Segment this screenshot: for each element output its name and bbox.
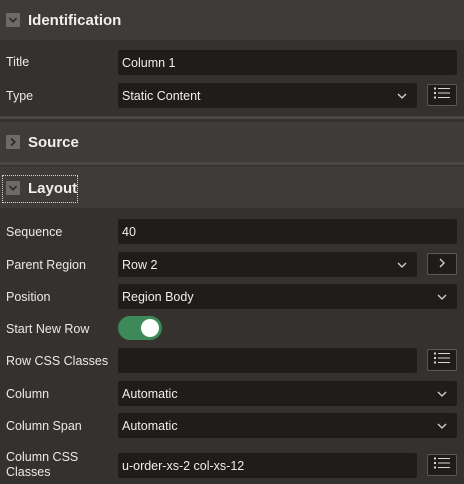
row-css-classes-row: Row CSS Classes xyxy=(0,348,464,373)
column-css-list-button[interactable] xyxy=(427,454,457,476)
chevron-down-icon xyxy=(437,388,447,402)
identification-section-header[interactable]: Identification xyxy=(0,0,464,40)
position-select[interactable]: Region Body xyxy=(118,284,457,309)
position-row: Position Region Body xyxy=(0,284,464,309)
source-section-header[interactable]: Source xyxy=(0,122,464,162)
sequence-input[interactable]: 40 xyxy=(118,219,457,244)
list-icon xyxy=(433,351,451,370)
parent-region-row: Parent Region Row 2 xyxy=(0,252,464,277)
parent-region-value: Row 2 xyxy=(122,257,158,272)
go-to-parent-region-button[interactable] xyxy=(427,253,457,275)
title-label: Title xyxy=(6,55,30,69)
start-new-row-label: Start New Row xyxy=(6,322,90,336)
sequence-row: Sequence 40 xyxy=(0,219,464,244)
type-select[interactable]: Static Content xyxy=(118,83,417,108)
title-value: Column 1 xyxy=(122,55,176,70)
column-label: Column xyxy=(6,387,50,401)
position-label: Position xyxy=(6,290,51,304)
source-title: Source xyxy=(28,134,79,151)
column-value: Automatic xyxy=(122,386,178,401)
type-value: Static Content xyxy=(122,88,201,103)
parent-region-select[interactable]: Row 2 xyxy=(118,252,417,277)
column-css-classes-value: u-order-xs-2 col-xs-12 xyxy=(122,458,245,473)
expand-toggle-icon[interactable] xyxy=(6,135,20,149)
switch-knob xyxy=(141,319,159,337)
section-divider xyxy=(0,116,464,119)
column-css-classes-row: Column CSS Classes u-order-xs-2 col-xs-1… xyxy=(0,450,464,484)
row-css-classes-input[interactable] xyxy=(118,348,417,373)
chevron-down-icon xyxy=(397,90,407,104)
collapse-toggle-icon[interactable] xyxy=(6,181,20,195)
collapse-toggle-icon[interactable] xyxy=(6,13,20,27)
chevron-down-icon xyxy=(397,259,407,273)
section-divider xyxy=(0,162,464,165)
layout-title: Layout xyxy=(28,180,78,197)
type-label: Type xyxy=(6,89,34,103)
parent-region-label: Parent Region xyxy=(6,258,86,272)
sequence-value: 40 xyxy=(122,224,136,239)
chevron-down-icon xyxy=(437,291,447,305)
layout-section-header[interactable]: Layout xyxy=(0,166,464,208)
column-span-value: Automatic xyxy=(122,418,178,433)
column-css-classes-input[interactable]: u-order-xs-2 col-xs-12 xyxy=(118,453,417,478)
column-span-select[interactable]: Automatic xyxy=(118,413,457,438)
start-new-row-switch[interactable] xyxy=(118,316,162,340)
column-span-label: Column Span xyxy=(6,419,82,433)
list-icon xyxy=(433,456,451,475)
list-icon xyxy=(433,86,451,105)
identification-title: Identification xyxy=(28,12,122,29)
type-list-button[interactable] xyxy=(427,84,457,106)
title-row: Title Column 1 xyxy=(0,50,464,75)
row-css-list-button[interactable] xyxy=(427,349,457,371)
start-new-row-row: Start New Row xyxy=(0,316,464,341)
sequence-label: Sequence xyxy=(6,225,63,239)
column-css-classes-label: Column CSS Classes xyxy=(6,450,78,480)
column-span-row: Column Span Automatic xyxy=(0,413,464,438)
chevron-down-icon xyxy=(437,420,447,434)
chevron-right-icon xyxy=(437,255,447,273)
position-value: Region Body xyxy=(122,289,194,304)
row-css-classes-label: Row CSS Classes xyxy=(6,354,109,368)
column-css-label-line2: Classes xyxy=(6,465,51,479)
type-row: Type Static Content xyxy=(0,83,464,108)
column-select[interactable]: Automatic xyxy=(118,381,457,406)
title-input[interactable]: Column 1 xyxy=(118,50,457,75)
column-row: Column Automatic xyxy=(0,381,464,406)
column-css-label-line1: Column CSS xyxy=(6,450,79,464)
